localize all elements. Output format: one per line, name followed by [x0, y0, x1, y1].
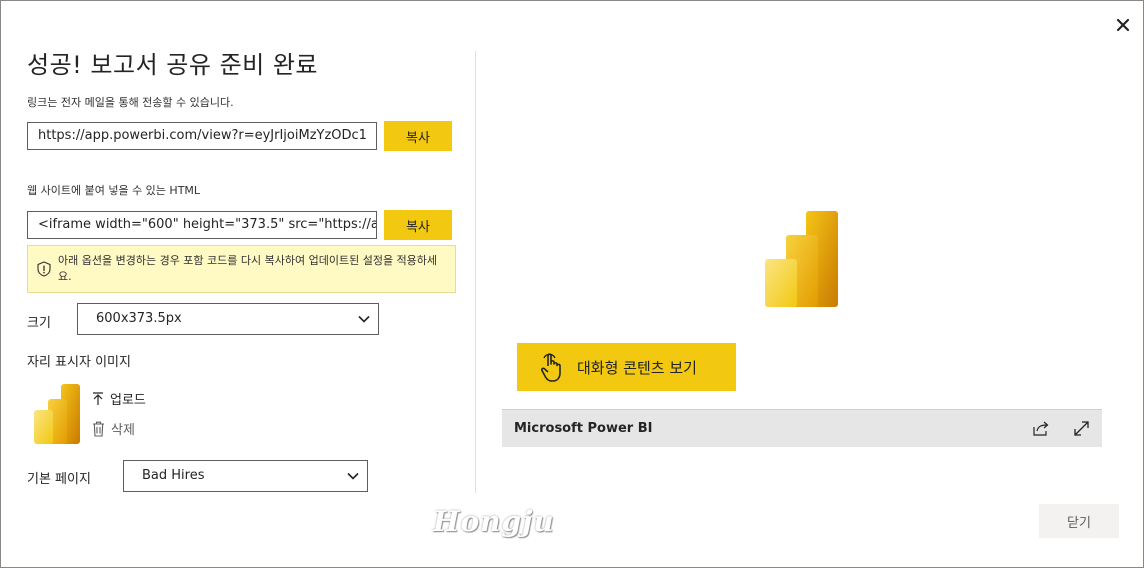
dialog-title: 성공! 보고서 공유 준비 완료 [27, 51, 319, 79]
watermark-text: Hongju [433, 505, 555, 538]
power-bi-logo-icon [34, 384, 80, 444]
default-page-select[interactable]: Bad Hires [123, 460, 368, 492]
close-dialog-icon-button[interactable] [1113, 15, 1135, 37]
size-select-value: 600x373.5px [96, 311, 182, 326]
placeholder-image-thumbnail [33, 383, 81, 449]
preview-logo [765, 211, 839, 311]
hand-pointer-icon [541, 353, 561, 382]
default-page-select-value: Bad Hires [142, 468, 205, 483]
upload-label: 업로드 [110, 393, 146, 408]
size-label: 크기 [27, 316, 51, 331]
size-select[interactable]: 600x373.5px [77, 303, 379, 335]
section-divider [475, 51, 476, 493]
upload-arrow-icon [93, 391, 103, 405]
delete-image-button[interactable]: 삭제 [92, 419, 135, 438]
view-interactive-content-button[interactable]: 대화형 콘텐츠 보기 [517, 343, 736, 391]
view-interactive-content-label: 대화형 콘텐츠 보기 [577, 358, 697, 377]
upload-image-button[interactable]: 업로드 [92, 389, 146, 408]
expand-icon[interactable] [1073, 420, 1090, 441]
footer-brand: Microsoft Power BI [514, 421, 653, 436]
html-embed-label: 웹 사이트에 붙여 넣을 수 있는 HTML [27, 184, 201, 197]
shield-alert-icon [37, 261, 51, 282]
report-footer-bar: Microsoft Power BI [502, 409, 1102, 447]
close-icon [1116, 18, 1130, 32]
link-url-field[interactable]: https://app.powerbi.com/view?r=eyJrIjoiM… [27, 122, 377, 150]
default-page-label: 기본 페이지 [27, 472, 91, 487]
share-icon[interactable] [1032, 420, 1050, 440]
trash-icon [93, 421, 104, 437]
placeholder-image-label: 자리 표시자 이미지 [27, 355, 131, 370]
copy-html-button[interactable]: 복사 [384, 210, 452, 240]
chevron-down-icon [347, 472, 359, 480]
delete-label: 삭제 [111, 423, 135, 438]
chevron-down-icon [358, 315, 370, 323]
power-bi-logo-icon [765, 211, 838, 307]
share-report-dialog: 성공! 보고서 공유 준비 완료 링크는 전자 메일을 통해 전송할 수 있습니… [0, 0, 1144, 568]
link-label: 링크는 전자 메일을 통해 전송할 수 있습니다. [27, 96, 234, 109]
html-embed-field[interactable]: <iframe width="600" height="373.5" src="… [27, 211, 377, 239]
close-button[interactable]: 닫기 [1039, 504, 1119, 538]
warning-text: 아래 옵션을 변경하는 경우 포함 코드를 다시 복사하여 업데이트된 설정을 … [58, 254, 438, 283]
copy-link-button[interactable]: 복사 [384, 121, 452, 151]
warning-banner: 아래 옵션을 변경하는 경우 포함 코드를 다시 복사하여 업데이트된 설정을 … [27, 245, 456, 293]
